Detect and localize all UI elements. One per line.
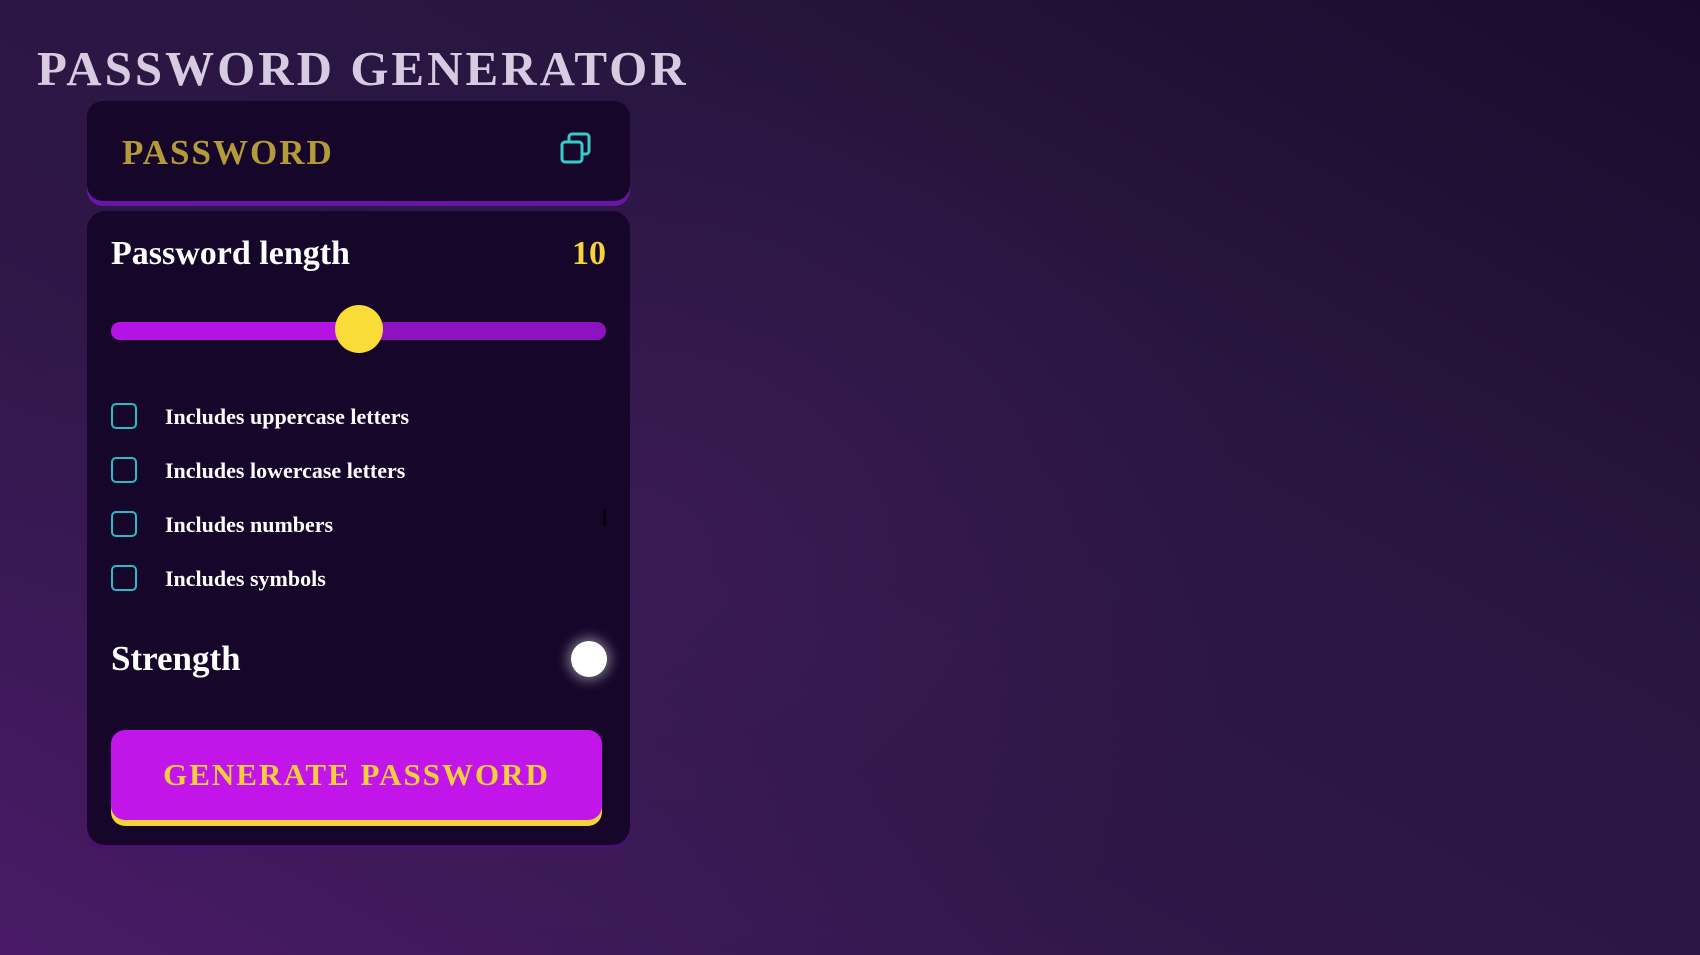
- lowercase-label[interactable]: Includes lowercase letters: [165, 458, 405, 484]
- copy-icon: [560, 132, 591, 164]
- password-display-card: PASSWORD: [87, 101, 630, 201]
- password-length-label: Password length: [111, 235, 350, 272]
- slider-fill: [111, 322, 359, 340]
- side-marker: [603, 509, 606, 526]
- strength-indicator: [571, 641, 607, 677]
- numbers-label[interactable]: Includes numbers: [165, 512, 333, 538]
- symbols-label[interactable]: Includes symbols: [165, 566, 326, 592]
- password-display: PASSWORD: [122, 133, 334, 172]
- numbers-checkbox[interactable]: [111, 511, 137, 537]
- settings-card: Password length 10 Includes uppercase le…: [87, 211, 630, 845]
- symbols-checkbox[interactable]: [111, 565, 137, 591]
- strength-label: Strength: [111, 639, 241, 678]
- uppercase-checkbox[interactable]: [111, 403, 137, 429]
- generate-password-button[interactable]: GENERATE PASSWORD: [111, 730, 602, 820]
- slider-thumb[interactable]: [334, 305, 383, 353]
- password-length-slider[interactable]: [111, 305, 606, 353]
- uppercase-label[interactable]: Includes uppercase letters: [165, 404, 409, 430]
- page-title: PASSWORD GENERATOR: [37, 41, 689, 96]
- copy-button[interactable]: [559, 131, 593, 165]
- password-length-value: 10: [572, 235, 606, 272]
- lowercase-checkbox[interactable]: [111, 457, 137, 483]
